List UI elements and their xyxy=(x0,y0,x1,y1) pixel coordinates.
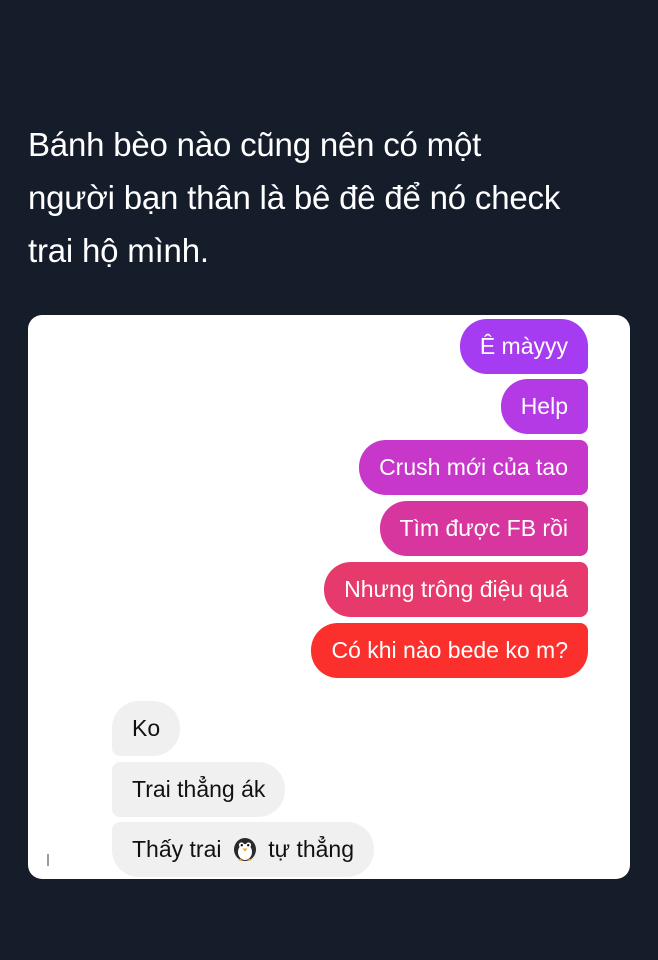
penguin-emoji-icon xyxy=(233,838,256,861)
sent-message-6[interactable]: Có khi nào bede ko m? xyxy=(311,623,588,678)
sent-message-5[interactable]: Nhưng trông điệu quá xyxy=(324,562,588,617)
received-message-2[interactable]: Trai thẳng ák xyxy=(112,762,286,817)
sent-message-4[interactable]: Tìm được FB rồi xyxy=(379,501,588,556)
received-message-3-text-end: tự thẳng xyxy=(268,836,354,862)
sent-message-3[interactable]: Crush mới của tao xyxy=(359,440,588,495)
caption-line-3: trai hộ mình. xyxy=(28,232,209,269)
caption-line-2: người bạn thân là bê đê để nó check xyxy=(28,179,561,216)
caption-line-1: Bánh bèo nào cũng nên có một xyxy=(28,126,482,163)
chat-screenshot[interactable]: Ê màyyy Help Crush mới của tao Tìm được … xyxy=(28,315,630,879)
received-message-3-text-start: Thấy trai xyxy=(132,836,222,862)
sent-message-2[interactable]: Help xyxy=(500,379,588,434)
text-cursor xyxy=(47,854,49,866)
received-message-3[interactable]: Thấy trai tự thẳng xyxy=(112,822,374,877)
post-caption: Bánh bèo nào cũng nên có một người bạn t… xyxy=(28,118,638,277)
received-message-1[interactable]: Ko xyxy=(112,701,181,756)
sent-message-1[interactable]: Ê màyyy xyxy=(459,319,588,374)
